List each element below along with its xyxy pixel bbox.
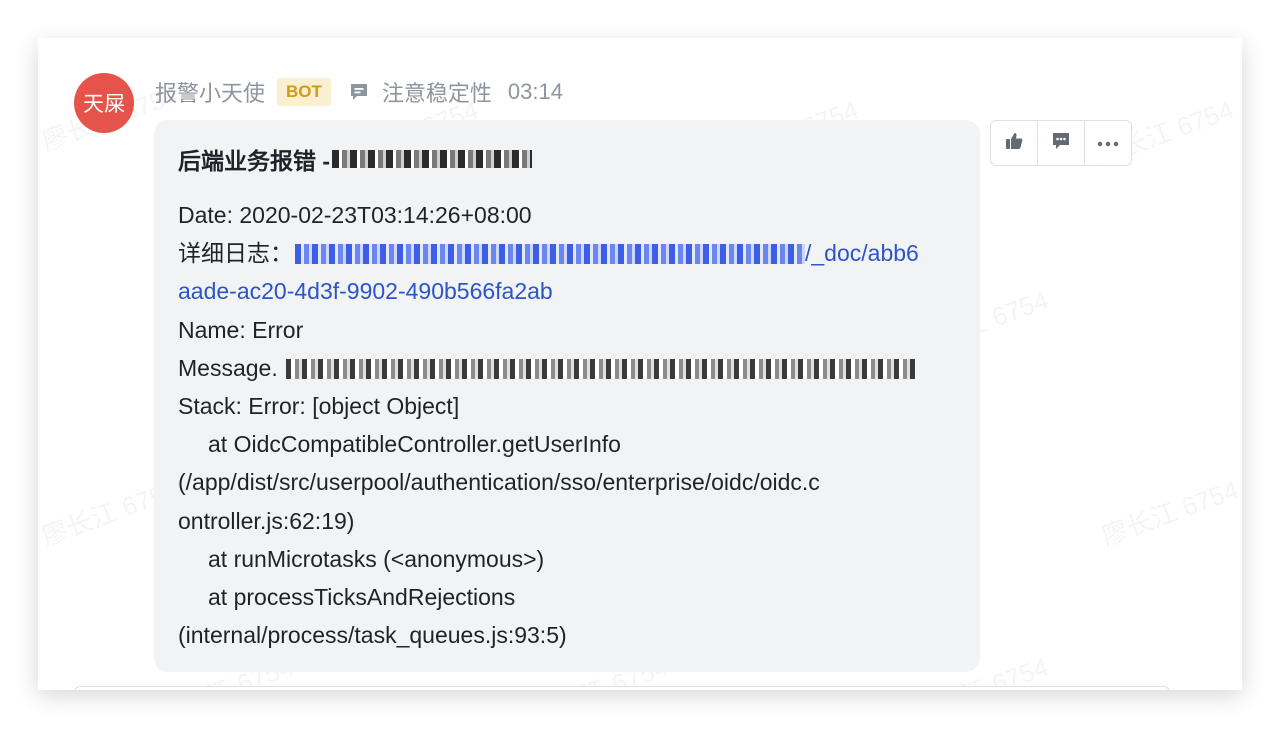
thumbs-up-icon <box>1004 131 1024 156</box>
name-line: Name: Error <box>178 316 304 343</box>
thread-title[interactable]: 注意稳定性 <box>382 76 492 108</box>
thread-icon <box>348 81 370 103</box>
more-button[interactable] <box>1084 121 1131 165</box>
stack-path: ontroller.js:62:19) <box>178 507 355 534</box>
stack-path: (internal/process/task_queues.js:93:5) <box>178 622 567 649</box>
stack-frame: at runMicrotasks (<anonymous>) <box>208 545 545 572</box>
stack-frame: at OidcCompatibleController.getUserInfo <box>208 431 621 458</box>
redacted-text <box>286 358 917 379</box>
reply-button[interactable] <box>1037 121 1084 165</box>
like-button[interactable] <box>991 121 1037 165</box>
chat-panel: 廖长江 6754 廖长江 6754 廖长江 6754 廖长江 6754 廖长江 … <box>38 38 1242 690</box>
log-link-continued[interactable]: aade-ac20-4d3f-9902-490b566fa2ab <box>178 272 968 310</box>
stack-frame: at processTicksAndRejections <box>208 584 516 611</box>
stack-line: Stack: Error: [object Object] <box>178 393 460 420</box>
message-title-text: 后端业务报错 - <box>178 148 331 174</box>
bot-badge: BOT <box>277 78 331 106</box>
message-time: 03:14 <box>507 79 563 104</box>
message-input[interactable] <box>74 686 1170 690</box>
message-line: Message. <box>178 349 968 387</box>
message-bubble: 后端业务报错 - Date: 2020-02-23T03:14:26+08:00… <box>154 120 980 672</box>
log-link[interactable]: /_doc/abb6 <box>805 240 919 266</box>
message-action-bar <box>990 120 1132 166</box>
date-line: Date: 2020-02-23T03:14:26+08:00 <box>178 202 532 228</box>
log-label: 详细日志： <box>178 240 293 267</box>
message-body: Date: 2020-02-23T03:14:26+08:00 详细日志： /_d… <box>178 196 968 654</box>
avatar-text: 天屎 <box>83 93 125 116</box>
avatar[interactable]: 天屎 <box>74 73 134 133</box>
stack-path: (/app/dist/src/userpool/authentication/s… <box>178 469 820 496</box>
message-header: 报警小天使 BOT 注意稳定性 03:14 <box>155 76 563 108</box>
redacted-link[interactable] <box>295 244 805 265</box>
message-title: 后端业务报错 - <box>178 142 533 176</box>
sender-name[interactable]: 报警小天使 <box>155 76 265 108</box>
message-label: Message. <box>178 354 278 381</box>
comment-icon <box>1050 130 1072 157</box>
watermark: 廖长江 6754 <box>1096 470 1242 554</box>
more-icon <box>1097 134 1119 152</box>
redacted-text <box>332 150 533 168</box>
log-line: 详细日志： /_doc/abb6 <box>178 234 968 272</box>
